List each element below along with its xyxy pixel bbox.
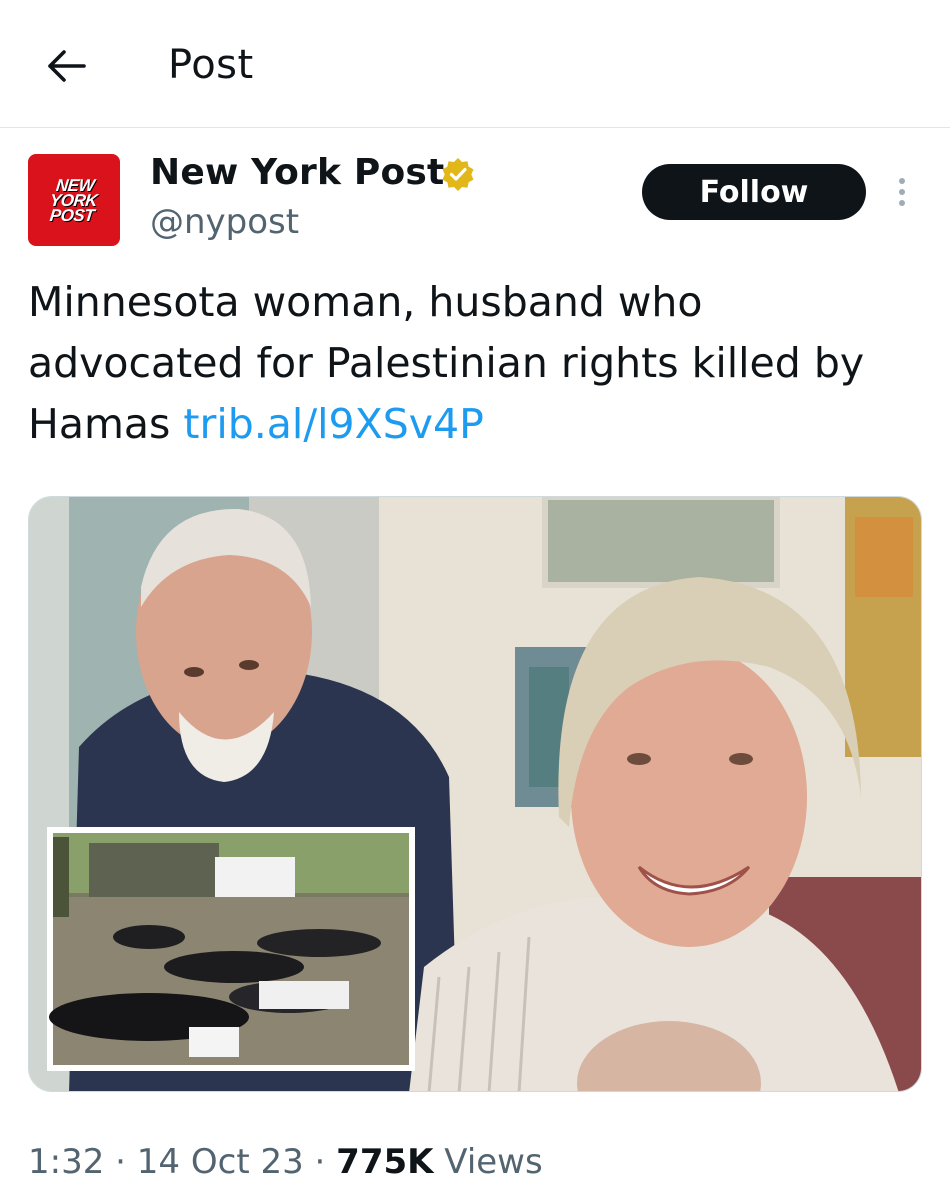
follow-button[interactable]: Follow [642,164,866,220]
more-vertical-icon[interactable] [890,174,914,210]
views-count[interactable]: 775K [336,1142,433,1182]
separator: · [104,1142,137,1182]
photo-illustration [29,497,921,1091]
arrow-left-icon [48,50,86,82]
post-photo[interactable] [28,496,922,1092]
post-date[interactable]: 14 Oct 23 [137,1142,304,1182]
page-title: Post [168,42,254,88]
tweet-link[interactable]: trib.al/l9XSv4P [183,400,483,448]
tweet-text: Minnesota woman, husband who advocated f… [28,272,928,455]
post-meta: 1:32 · 14 Oct 23 · 775K Views [28,1142,543,1182]
post-author: NEW YORK POST New York Post @nypost Foll… [28,152,928,252]
separator: · [303,1142,337,1182]
author-name[interactable]: New York Post [150,152,444,193]
post-time[interactable]: 1:32 [28,1142,104,1182]
author-handle[interactable]: @nypost [150,202,299,242]
top-bar: Post [0,0,950,128]
views-label: Views [433,1142,543,1182]
back-button[interactable] [38,40,94,92]
verified-badge-icon [442,158,474,191]
ny-post-logo: NEW YORK POST [49,175,99,225]
author-avatar[interactable]: NEW YORK POST [28,154,120,246]
